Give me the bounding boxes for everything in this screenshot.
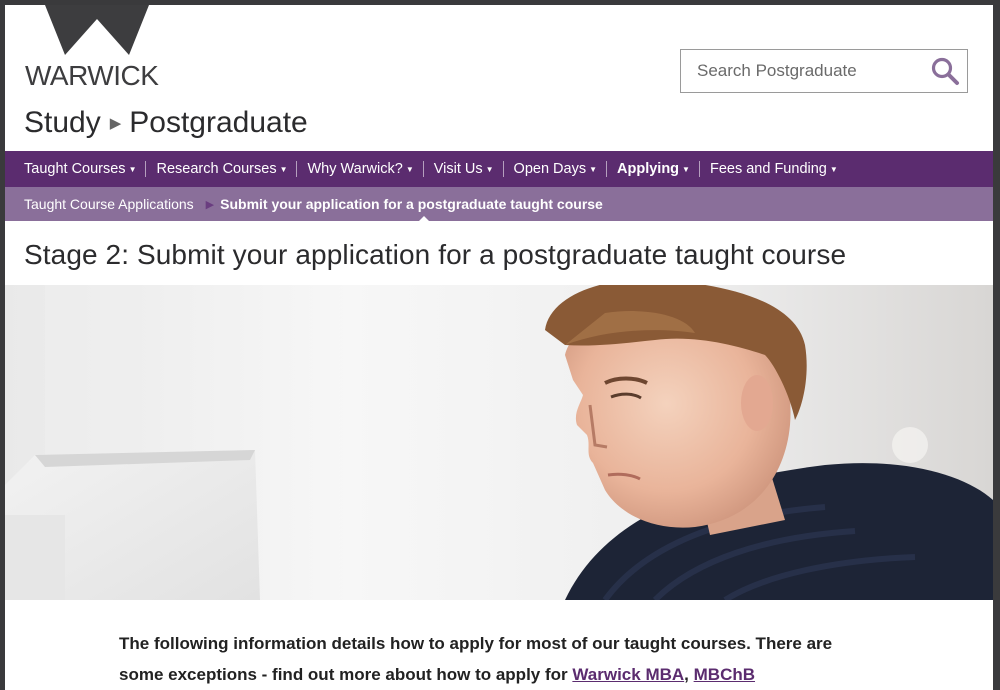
- nav-item-research-courses[interactable]: Research Courses ▼: [146, 161, 296, 177]
- nav-item-why-warwick[interactable]: Why Warwick? ▼: [297, 161, 422, 177]
- primary-nav: Taught Courses ▼ Research Courses ▼ Why Wa…: [5, 151, 993, 187]
- breadcrumb-notch: [418, 216, 430, 222]
- breadcrumb-arrow-icon: ▶: [205, 198, 215, 211]
- search-icon: [931, 57, 959, 85]
- nav-item-fees-and-funding[interactable]: Fees and Funding ▼: [700, 161, 847, 177]
- caret-down-icon: ▼: [279, 164, 288, 174]
- caret-down-icon: ▼: [589, 164, 598, 174]
- title-postgraduate-link[interactable]: Postgraduate: [129, 106, 307, 140]
- breadcrumb-taught-course-applications[interactable]: Taught Course Applications: [5, 196, 194, 212]
- logo-wordmark[interactable]: WARWICK: [25, 60, 159, 92]
- intro-paragraph: The following information details how to…: [119, 628, 879, 690]
- hero-image: [5, 285, 993, 600]
- nav-item-visit-us[interactable]: Visit Us ▼: [424, 161, 503, 177]
- nav-item-applying[interactable]: Applying ▼: [607, 161, 699, 177]
- link-mbchb[interactable]: MBChB: [694, 665, 755, 684]
- warwick-logo-icon[interactable]: [45, 5, 149, 55]
- breadcrumb-current: Submit your application for a postgradua…: [220, 196, 603, 212]
- caret-down-icon: ▼: [682, 164, 690, 174]
- breadcrumb: Taught Course Applications ▶ Submit your…: [5, 187, 993, 221]
- site-title: Study ▶ Postgraduate: [24, 106, 308, 140]
- title-study-link[interactable]: Study: [24, 106, 101, 140]
- link-warwick-mba[interactable]: Warwick MBA: [572, 665, 684, 684]
- page: WARWICK Study ▶ Postgraduate Taught Cour…: [5, 5, 993, 690]
- nav-item-open-days[interactable]: Open Days ▼: [504, 161, 606, 177]
- page-title: Stage 2: Submit your application for a p…: [24, 239, 847, 270]
- triangle-right-icon: ▶: [109, 115, 122, 132]
- search-box: [680, 49, 968, 93]
- search-button[interactable]: [923, 50, 967, 92]
- caret-down-icon: ▼: [829, 164, 838, 174]
- caret-down-icon: ▼: [485, 164, 494, 174]
- caret-down-icon: ▼: [128, 164, 137, 174]
- nav-item-taught-courses[interactable]: Taught Courses ▼: [5, 161, 145, 177]
- intro-separator: ,: [684, 665, 689, 684]
- search-input[interactable]: [681, 49, 923, 93]
- caret-down-icon: ▼: [405, 164, 414, 174]
